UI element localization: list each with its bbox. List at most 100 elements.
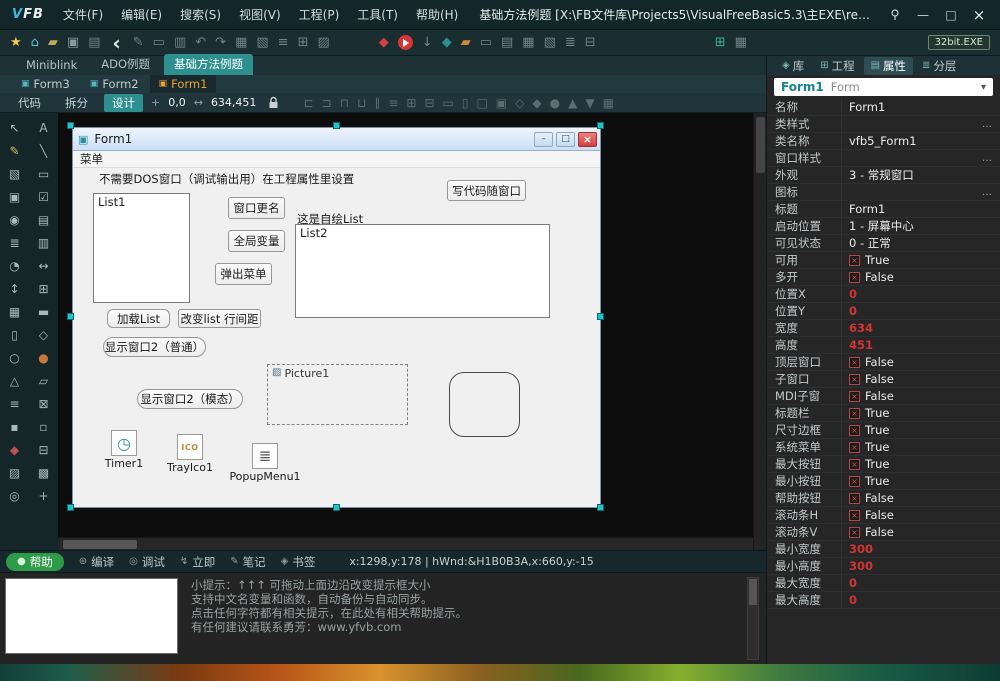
immediate-button[interactable]: ↯ 立即 xyxy=(180,554,215,570)
radio-icon[interactable]: ◉ xyxy=(0,210,29,229)
compile-button[interactable]: ⊛ 编译 xyxy=(79,554,114,570)
target-icon[interactable]: ◎ xyxy=(0,486,29,505)
property-row-16[interactable]: 顶层窗口 × False xyxy=(767,354,1000,371)
align-right-icon[interactable]: ⊐ xyxy=(322,97,332,109)
center-in-form-icon[interactable]: ▣ xyxy=(496,97,507,109)
skewbox-icon[interactable]: ▱ xyxy=(29,371,58,390)
component-trayicon[interactable]: ICO TrayIco1 xyxy=(156,434,224,474)
listbox-list2[interactable]: List2 xyxy=(295,224,550,318)
center-horizontal-icon[interactable]: ≡ xyxy=(388,97,398,109)
property-row-12[interactable]: 位置X 0 xyxy=(767,286,1000,303)
property-row-7[interactable]: 标题 Form1 xyxy=(767,201,1000,218)
listbox-icon[interactable]: ≣ xyxy=(0,233,29,252)
property-row-22[interactable]: 最大按钮 × True xyxy=(767,456,1000,473)
property-value[interactable]: × False xyxy=(841,524,1000,540)
property-row-28[interactable]: 最小高度 300 xyxy=(767,558,1000,575)
property-value[interactable]: × False xyxy=(841,490,1000,506)
property-value[interactable]: 0 xyxy=(841,303,1000,319)
property-value[interactable]: Form1 xyxy=(841,201,1000,217)
property-value[interactable]: × False xyxy=(841,507,1000,523)
shape-icon[interactable]: ◇ xyxy=(29,325,58,344)
collapse-icon[interactable]: ⊟ xyxy=(585,36,596,49)
new-window-icon[interactable]: ⊞ xyxy=(298,36,309,49)
property-row-14[interactable]: 宽度 634 xyxy=(767,320,1000,337)
splitter-icon[interactable]: ⊟ xyxy=(29,440,58,459)
resize-handle-mid-right[interactable] xyxy=(597,313,604,320)
checkbox-icon[interactable]: × xyxy=(849,271,860,283)
checkbox-icon[interactable]: × xyxy=(849,475,860,487)
build-icon[interactable]: ◆ xyxy=(442,36,452,49)
center-vertical-icon[interactable]: ∥ xyxy=(374,97,380,109)
space-vertical-icon[interactable]: □ xyxy=(476,97,487,109)
property-row-25[interactable]: 滚动条H × False xyxy=(767,507,1000,524)
order-icon[interactable]: ◇ xyxy=(515,97,524,109)
panel-icon[interactable]: ▤ xyxy=(501,36,513,49)
report-icon[interactable]: ▧ xyxy=(544,36,556,49)
property-value[interactable]: × True xyxy=(841,405,1000,421)
list-icon[interactable]: ≡ xyxy=(278,36,289,49)
checkbox-icon[interactable]: × xyxy=(849,424,860,436)
property-row-3[interactable]: 类名称 vfb5_Form1 xyxy=(767,133,1000,150)
menu-item-5[interactable]: 工程(P) xyxy=(290,2,349,27)
property-row-13[interactable]: 位置Y 0 xyxy=(767,303,1000,320)
bring-front-icon[interactable]: ◆ xyxy=(532,97,541,109)
property-value[interactable]: × False xyxy=(841,354,1000,370)
edit-icon[interactable]: ✎ xyxy=(133,36,144,49)
resize-handle-bottom-right[interactable] xyxy=(597,504,604,511)
align-top-icon[interactable]: ⊓ xyxy=(340,97,349,109)
checkbox-icon[interactable]: × xyxy=(849,254,860,266)
code-view-button[interactable]: 代码 xyxy=(10,94,49,112)
home-icon[interactable]: ⌂ xyxy=(31,36,39,49)
form-tab-form2[interactable]: ▣ Form2 xyxy=(81,75,148,93)
property-row-5[interactable]: 外观 3 - 常规窗口 xyxy=(767,167,1000,184)
table-icon[interactable]: ▦ xyxy=(522,36,534,49)
checkbox-icon[interactable]: × xyxy=(849,509,860,521)
property-row-24[interactable]: 帮助按钮 × False xyxy=(767,490,1000,507)
property-row-18[interactable]: MDI子窗 × False xyxy=(767,388,1000,405)
property-row-2[interactable]: 类样式… xyxy=(767,116,1000,133)
button-line-spacing[interactable]: 改变list 行间距 xyxy=(178,309,261,328)
split-view-button[interactable]: 拆分 xyxy=(57,94,96,112)
button-load-list[interactable]: 加载List xyxy=(107,309,170,328)
form-preview[interactable]: ▣ Form1 – □ × 菜单 不需要DOS窗口（调试输出用）在工程属性里设置… xyxy=(72,127,601,508)
property-value[interactable]: 1 - 屏幕中心 xyxy=(841,218,1000,234)
form-icon[interactable]: ▭ xyxy=(480,36,492,49)
property-row-30[interactable]: 最大高度 0 xyxy=(767,592,1000,609)
same-size-icon[interactable]: ▭ xyxy=(443,97,454,109)
vscroll-thumb[interactable] xyxy=(756,117,765,173)
align-left-icon[interactable]: ⊏ xyxy=(303,97,313,109)
property-row-15[interactable]: 高度 451 xyxy=(767,337,1000,354)
button-popup-menu[interactable]: 弹出菜单 xyxy=(215,263,272,285)
resize-handle-top-center[interactable] xyxy=(333,122,340,129)
line-icon[interactable]: ╲ xyxy=(29,141,58,160)
form-tab-form3[interactable]: ▣ Form3 xyxy=(12,75,79,93)
property-row-21[interactable]: 系统菜单 × True xyxy=(767,439,1000,456)
form-minimize-button[interactable]: – xyxy=(534,131,553,147)
send-back-icon[interactable]: ● xyxy=(550,97,560,109)
minimize-button[interactable]: — xyxy=(910,5,936,25)
shape-roundrect[interactable] xyxy=(449,372,520,437)
window-icon[interactable]: ▭ xyxy=(153,36,165,49)
help-button[interactable]: ● 帮助 xyxy=(6,552,64,571)
resource-icon[interactable]: ▦ xyxy=(735,36,747,49)
debug-button[interactable]: ◎ 调试 xyxy=(129,554,165,570)
listbox-list1[interactable]: List1 xyxy=(93,193,190,303)
property-row-27[interactable]: 最小宽度 300 xyxy=(767,541,1000,558)
form-titlebar[interactable]: ▣ Form1 – □ × xyxy=(73,128,600,151)
lines-icon[interactable]: ≣ xyxy=(565,36,576,49)
form-maximize-button[interactable]: □ xyxy=(556,131,575,147)
pointer-icon[interactable]: ↖ xyxy=(0,118,29,137)
button-show-window2-modal[interactable]: 显示窗口2（模态） xyxy=(137,389,243,409)
checkbox-icon[interactable]: × xyxy=(849,441,860,453)
ellipse-icon[interactable]: ○ xyxy=(0,348,29,367)
checkbox-icon[interactable]: × xyxy=(849,373,860,385)
panel-tab-2[interactable]: ⊞ 工程 xyxy=(813,57,861,75)
property-value[interactable]: × True xyxy=(841,252,1000,268)
menu-item-7[interactable]: 帮助(H) xyxy=(407,2,467,27)
smallbox-icon[interactable]: ▪ xyxy=(0,417,29,436)
layout-icon[interactable]: ▧ xyxy=(256,36,268,49)
stop-icon[interactable]: ◆ xyxy=(379,36,389,49)
property-value[interactable]: 300 xyxy=(841,558,1000,574)
help-scrollbar[interactable] xyxy=(747,577,759,660)
bookmarks-button[interactable]: ◈ 书签 xyxy=(281,554,316,570)
